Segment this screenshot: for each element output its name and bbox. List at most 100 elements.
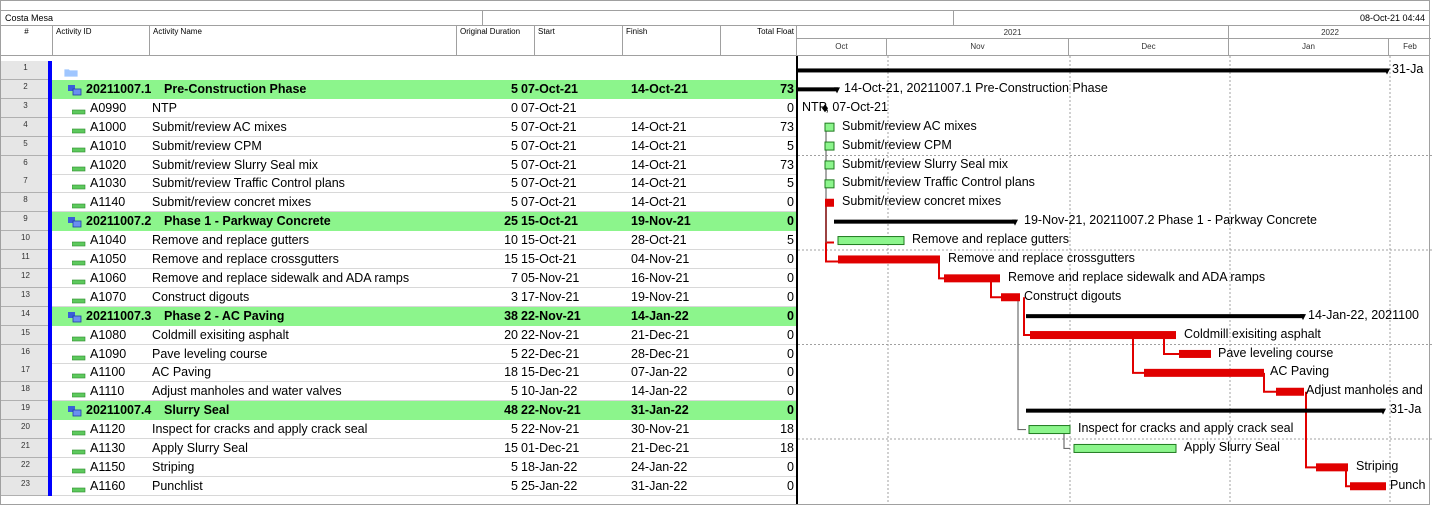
activity-bar-icon xyxy=(71,236,86,250)
activity-row[interactable]: 12 A1060 Remove and replace sidewalk and A… xyxy=(0,268,796,288)
row-number: 6 xyxy=(0,155,52,175)
row-number: 18 xyxy=(0,382,52,402)
finish-date: 14-Oct-21 xyxy=(631,176,687,191)
wbs-row[interactable]: 19 20211007.4 Slurry Seal 48 22-Nov-21 31-Jan… xyxy=(0,401,796,421)
wbs-row[interactable]: 9 20211007.2 Phase 1 - Parkway Concrete 25 1… xyxy=(0,212,796,232)
col-header-activity-name[interactable]: Activity Name xyxy=(150,26,457,55)
timescale-month-oct: Oct xyxy=(797,39,887,55)
activity-bar-icon xyxy=(71,350,86,364)
original-duration: 18 xyxy=(504,365,518,380)
total-float: 0 xyxy=(787,365,794,380)
activity-row[interactable]: 21 A1130 Apply Slurry Seal 15 01-Dec-21 21-De… xyxy=(0,439,796,458)
activity-row[interactable]: 23 A1160 Punchlist 5 25-Jan-22 31-Jan-22 0 xyxy=(0,476,796,496)
col-header-start[interactable]: Start xyxy=(535,26,623,55)
start-date: 07-Oct-21 xyxy=(521,157,577,172)
activity-id: 20211007.3 xyxy=(86,308,152,323)
activity-bar xyxy=(1028,425,1071,435)
activity-row[interactable]: 18 A1110 Adjust manholes and water valves 5… xyxy=(0,382,796,402)
activity-row[interactable]: 22 A1150 Striping 5 18-Jan-22 24-Jan-22 0 xyxy=(0,457,796,477)
activity-bar-critical xyxy=(838,255,940,264)
timescale-month-dec: Dec xyxy=(1069,39,1229,55)
activity-id: A1110 xyxy=(90,384,125,399)
start-date: 07-Oct-21 xyxy=(521,63,578,77)
finish-date: 19-Nov-21 xyxy=(631,289,690,304)
finish-date: 31-Jan-22 xyxy=(631,63,689,77)
activity-id: A1130 xyxy=(90,441,126,455)
finish-date: 14-Oct-21 xyxy=(631,81,688,96)
activity-bar-icon xyxy=(71,274,86,288)
project-name: Costa Mesa xyxy=(1,11,483,25)
wbs-node-icon xyxy=(68,311,82,326)
original-duration: 25 xyxy=(504,214,518,229)
activity-name: AC Paving xyxy=(152,365,212,380)
original-duration: 5 xyxy=(511,157,518,172)
activity-bar-icon xyxy=(71,387,86,401)
col-header-total-float[interactable]: Total Float xyxy=(721,26,797,55)
total-float: 73 xyxy=(780,157,794,172)
finish-date: 14-Oct-21 xyxy=(631,195,687,210)
activity-name: NTP xyxy=(152,100,177,115)
activity-row[interactable]: 13 A1070 Construct digouts 3 17-Nov-21 19-Nov… xyxy=(0,287,796,307)
total-float: 5 xyxy=(787,138,794,153)
gantt-bar-label: Coldmill exisiting asphalt xyxy=(1184,326,1321,341)
finish-date: 14-Oct-21 xyxy=(631,157,687,172)
activity-row[interactable]: 11 A1050 Remove and replace crossgutters 15… xyxy=(0,250,796,269)
row-number: 1 xyxy=(0,61,52,80)
row-number: 7 xyxy=(0,174,52,194)
activity-name: Inspect for cracks and apply crack seal xyxy=(152,422,368,437)
activity-row[interactable]: 7 A1030 Submit/review Traffic Control plan… xyxy=(0,174,796,194)
col-header-finish[interactable]: Finish xyxy=(623,26,721,55)
col-header-activity-id[interactable]: Activity ID xyxy=(53,26,150,55)
row-number: 22 xyxy=(0,457,52,477)
activity-row[interactable]: 20 A1120 Inspect for cracks and apply crac… xyxy=(0,420,796,440)
activity-name: Pre-Construction Phase xyxy=(164,81,307,96)
original-duration: 15 xyxy=(504,441,518,455)
original-duration: 78 xyxy=(504,63,518,77)
activity-name: Remove and replace gutters xyxy=(152,233,310,248)
wbs-row[interactable]: 2 20211007.1 Pre-Construction Phase 5 07-Oct… xyxy=(0,79,796,99)
activity-id: 20211007 xyxy=(82,63,137,77)
gantt-bar-label: Punch xyxy=(1390,477,1426,492)
col-header-original-duration[interactable]: Original Duration xyxy=(457,26,535,55)
activity-row[interactable]: 3 A0990 NTP 0 07-Oct-21 0 xyxy=(0,98,796,118)
activity-bar-icon xyxy=(71,104,86,118)
activity-row[interactable]: 8 A1140 Submit/review concret mixes 5 07-Oct… xyxy=(0,193,796,213)
original-duration: 20 xyxy=(504,327,518,342)
original-duration: 15 xyxy=(504,252,518,266)
activity-bar-icon xyxy=(71,161,86,175)
activity-row[interactable]: 17 A1100 AC Paving 18 15-Dec-21 07-Jan-22 0 xyxy=(0,363,796,383)
activity-bar xyxy=(824,160,835,170)
activity-id: 20211007.4 xyxy=(86,403,152,418)
gantt-bar-label: Submit/review AC mixes xyxy=(842,118,977,133)
row-number: 14 xyxy=(0,306,52,326)
activity-name: Remove and replace crossgutters xyxy=(152,252,339,266)
wbs-node-icon xyxy=(68,406,82,420)
activity-bar-icon xyxy=(71,444,86,458)
activity-name: Submit/review Slurry Seal mix xyxy=(152,157,319,172)
activity-row[interactable]: 10 A1040 Remove and replace gutters 10 15-Oc… xyxy=(0,231,796,251)
timescale-month-feb: Feb xyxy=(1403,42,1417,51)
activity-row[interactable]: 15 A1080 Coldmill exisiting asphalt 20 22-No… xyxy=(0,325,796,345)
activity-row[interactable]: 5 A1010 Submit/review CPM 5 07-Oct-21 14-Oct-… xyxy=(0,136,796,156)
activity-row[interactable]: 16 A1090 Pave leveling course 5 22-Dec-21 28-… xyxy=(0,344,796,364)
total-float: 5 xyxy=(787,233,794,248)
activity-row[interactable]: 4 A1000 Submit/review AC mixes 5 07-Oct-21 14… xyxy=(0,117,796,137)
wbs-summary-bar xyxy=(1026,314,1304,319)
activity-bar-icon xyxy=(71,368,86,382)
activity-bar-icon xyxy=(71,293,86,307)
start-date: 05-Nov-21 xyxy=(521,270,580,285)
start-date: 25-Jan-22 xyxy=(521,478,578,493)
timescale-header[interactable]: 2021 2022 Oct Nov Dec Jan Feb xyxy=(797,26,1431,55)
activity-id: A1060 xyxy=(90,270,127,285)
project-row[interactable]: 1 20211007 Costa Mesa 78 07-Oct-21 31-Jan-22 0 xyxy=(0,61,796,80)
activity-row[interactable]: 6 A1020 Submit/review Slurry Seal mix 5 07-O… xyxy=(0,155,796,175)
activity-id: A1050 xyxy=(90,252,127,266)
col-header-num[interactable]: # xyxy=(1,26,53,55)
start-date: 22-Nov-21 xyxy=(521,327,580,342)
activity-bar-icon xyxy=(71,425,86,439)
finish-date: 28-Oct-21 xyxy=(631,233,687,248)
gantt-bar-label: Remove and replace sidewalk and ADA ramp… xyxy=(1008,269,1266,284)
wbs-row[interactable]: 14 20211007.3 Phase 2 - AC Paving 38 22-Nov-… xyxy=(0,306,796,326)
start-date: 07-Oct-21 xyxy=(521,138,577,153)
activity-name: Punchlist xyxy=(152,478,203,493)
